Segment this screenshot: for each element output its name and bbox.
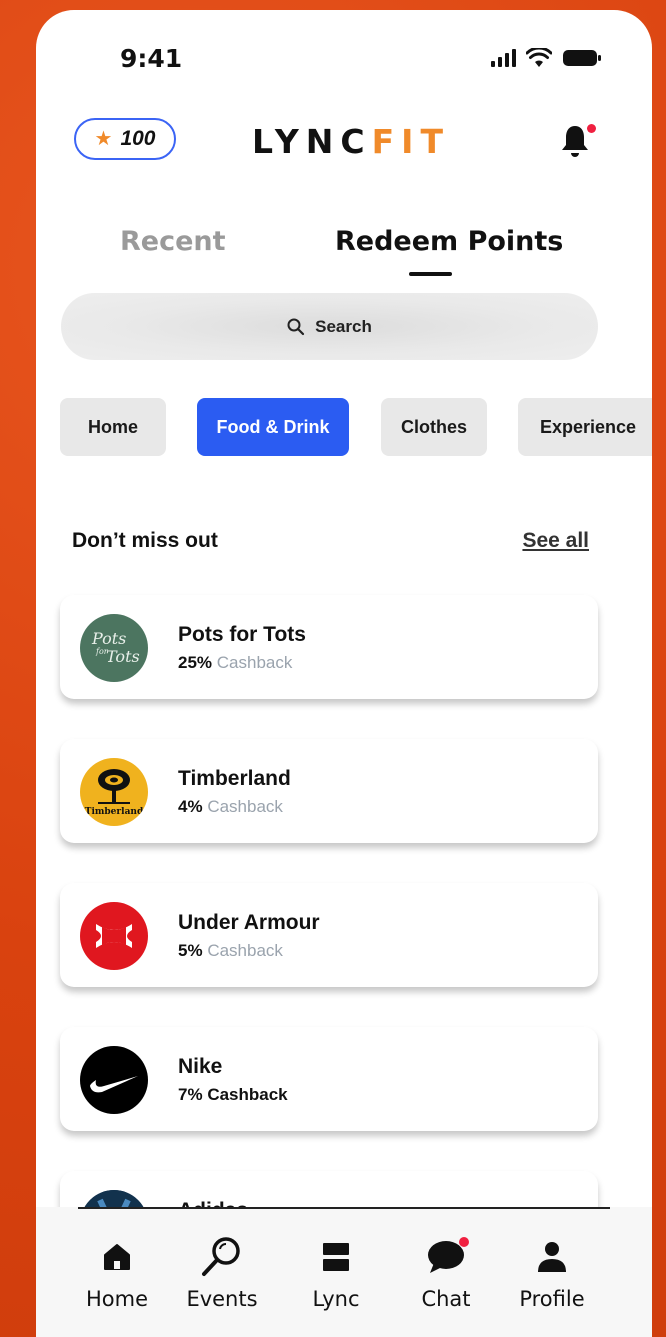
wifi-icon: [526, 48, 552, 68]
offer-percent: 7%: [178, 1085, 203, 1104]
nav-events[interactable]: Events: [177, 1235, 267, 1311]
search-placeholder: Search: [315, 316, 372, 336]
under-armour-logo: [80, 902, 148, 970]
nav-label: Chat: [421, 1287, 471, 1311]
nav-home[interactable]: Home: [72, 1235, 162, 1311]
notification-dot: [587, 124, 596, 133]
offer-card[interactable]: Under Armour 5% Cashback: [60, 883, 598, 987]
svg-text:Pots: Pots: [91, 629, 126, 648]
status-icons: [491, 48, 602, 68]
search-bar[interactable]: Search: [61, 293, 598, 360]
pots-for-tots-logo: Pots for Tots: [80, 614, 148, 682]
app-header: ★ 100 LYNCFIT: [36, 110, 652, 180]
nav-chat[interactable]: Chat: [401, 1235, 491, 1311]
notification-button[interactable]: [560, 122, 600, 162]
battery-icon: [562, 48, 602, 68]
offer-cashback-label: Cashback: [216, 653, 293, 672]
timberland-logo: Timberland: [80, 758, 148, 826]
nav-divider: [78, 1207, 610, 1209]
chip-clothes[interactable]: Clothes: [381, 398, 487, 456]
offer-cashback-label: Cashback: [207, 941, 283, 960]
nav-label: Lync: [312, 1287, 360, 1311]
status-bar: 9:41: [36, 10, 652, 110]
offer-cashback-label: Cashback: [207, 797, 283, 816]
nav-label: Profile: [519, 1287, 585, 1311]
offer-cashback: 7% Cashback: [178, 1085, 288, 1105]
tab-bar: Recent Redeem Points: [36, 220, 652, 280]
offer-name: Pots for Tots: [178, 623, 306, 646]
status-time: 9:41: [120, 44, 183, 73]
svg-text:Tots: Tots: [106, 647, 140, 666]
bottom-nav: Home Events Lync Chat Profile: [36, 1207, 652, 1337]
logo-part-2: FIT: [371, 122, 450, 161]
phone-screen: 9:41 ★ 100 LYNCFIT Recent Redeem Points …: [36, 10, 652, 1337]
offer-percent: 25%: [178, 653, 213, 672]
offer-percent: 5%: [178, 941, 203, 960]
offer-card[interactable]: Nike 7% Cashback: [60, 1027, 598, 1131]
nav-label: Home: [85, 1287, 148, 1311]
app-logo: LYNCFIT: [252, 122, 450, 161]
svg-text:Timberland: Timberland: [85, 807, 144, 817]
nav-profile[interactable]: Profile: [507, 1235, 597, 1311]
nav-lync[interactable]: Lync: [291, 1235, 381, 1311]
events-search-icon: [202, 1237, 240, 1276]
profile-icon: [538, 1242, 566, 1272]
logo-part-1: LYNC: [252, 122, 372, 161]
active-tab-indicator: [409, 272, 452, 276]
offer-cashback: 5% Cashback: [178, 941, 283, 961]
offer-cashback: 4% Cashback: [178, 797, 283, 817]
nav-label: Events: [186, 1287, 258, 1311]
points-value: 100: [120, 127, 156, 150]
chip-food-drink[interactable]: Food & Drink: [197, 398, 349, 456]
offer-card[interactable]: Timberland Timberland 4% Cashback: [60, 739, 598, 843]
offer-name: Under Armour: [178, 911, 320, 934]
signal-icon: [491, 49, 516, 67]
offer-name: Timberland: [178, 767, 291, 790]
offer-cashback-label: Cashback: [207, 1085, 288, 1104]
chip-home[interactable]: Home: [60, 398, 166, 456]
see-all-link[interactable]: See all: [522, 529, 589, 553]
bell-icon: [562, 126, 588, 157]
tab-recent[interactable]: Recent: [120, 226, 226, 257]
chat-notification-dot: [459, 1237, 469, 1247]
offer-cashback: 25% Cashback: [178, 653, 292, 673]
offer-name: Nike: [178, 1055, 223, 1078]
nike-logo: [80, 1046, 148, 1114]
star-icon: ★: [94, 128, 113, 150]
chip-experience[interactable]: Experience: [518, 398, 652, 456]
offer-card[interactable]: Pots for Tots Pots for Tots 25% Cashback: [60, 595, 598, 699]
home-icon: [104, 1244, 130, 1270]
category-chips: Home Food & Drink Clothes Experience: [60, 398, 652, 458]
section-header: Don’t miss out See all: [36, 525, 652, 557]
offer-percent: 4%: [178, 797, 203, 816]
search-icon: [287, 318, 305, 335]
lync-icon: [323, 1243, 349, 1271]
section-title: Don’t miss out: [72, 529, 218, 552]
tab-redeem-points[interactable]: Redeem Points: [335, 226, 563, 257]
points-badge[interactable]: ★ 100: [74, 118, 176, 160]
